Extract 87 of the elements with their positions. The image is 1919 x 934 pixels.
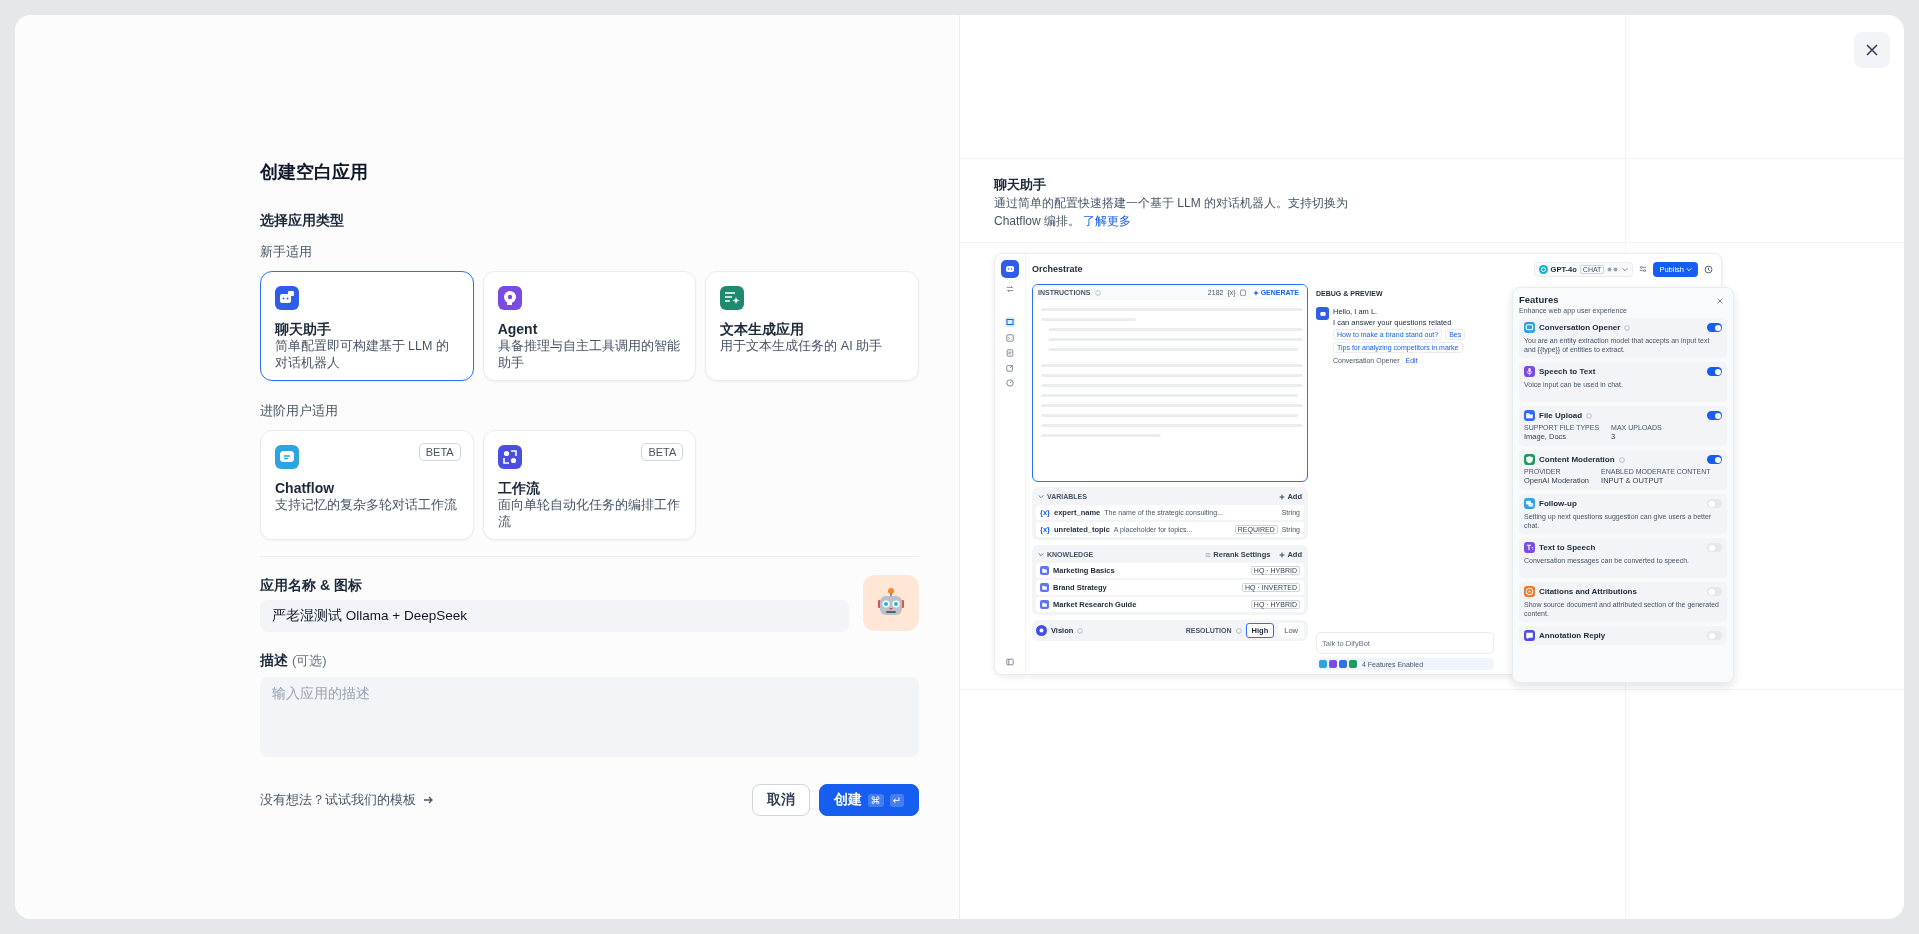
sliders-icon <box>1205 551 1212 558</box>
page-title: Orchestrate <box>1032 264 1083 274</box>
app-type-card[interactable]: BETA Chatflow 支持记忆的复杂多轮对话工作流 <box>260 430 474 540</box>
preview-title: 聊天助手 <box>994 176 1047 194</box>
chevron-down-icon <box>1622 266 1629 272</box>
document-icon[interactable] <box>1006 349 1014 357</box>
help-icon <box>1624 324 1631 331</box>
template-link[interactable]: 没有想法？试试我们的模板 <box>260 791 416 809</box>
toggle-switch[interactable] <box>1707 323 1722 332</box>
group-label: 进阶用户适用 <box>260 402 339 420</box>
description-field[interactable]: 输入应用的描述 <box>260 677 919 757</box>
feature-name: Speech to Text <box>1539 367 1596 376</box>
cancel-button[interactable]: 取消 <box>751 784 810 816</box>
beta-badge: BETA <box>641 443 684 461</box>
card-title: 文本生成应用 <box>720 320 806 338</box>
card-description: 支持记忆的复杂多轮对话工作流 <box>275 497 458 514</box>
help-icon <box>1077 627 1084 634</box>
toggle-switch[interactable] <box>1707 587 1722 596</box>
section-heading: 选择应用类型 <box>260 211 345 230</box>
toggle-switch[interactable] <box>1707 631 1722 640</box>
app-type-card[interactable]: 聊天助手 简单配置即可构建基于 LLM 的对话机器人 <box>260 271 474 381</box>
learn-more-link[interactable]: 了解更多 <box>1083 214 1132 228</box>
close-icon[interactable] <box>1717 298 1723 304</box>
plus-icon <box>1279 551 1286 558</box>
app-type-card[interactable]: Agent 具备推理与自主工具调用的智能助手 <box>482 271 697 381</box>
gauge-icon[interactable] <box>1006 379 1014 387</box>
folder-icon <box>1040 566 1049 575</box>
help-icon <box>1586 412 1593 419</box>
preview-description: 通过简单的配置快速搭建一个基于 LLM 的对话机器人。支持切换为 Chatflow 编排。 了解更多 <box>994 195 1349 230</box>
card-title: 聊天助手 <box>274 319 332 338</box>
settings-sliders-icon[interactable] <box>1639 265 1648 273</box>
sparkle-icon <box>1252 289 1259 296</box>
close-icon <box>1865 43 1879 57</box>
robot-icon <box>1316 307 1329 320</box>
robot-icon <box>1001 260 1019 278</box>
toggle-switch[interactable] <box>1707 543 1722 552</box>
edit-icon[interactable] <box>1006 364 1014 372</box>
toggle-switch[interactable] <box>1707 411 1722 420</box>
clipboard-icon[interactable] <box>1239 289 1246 296</box>
model-logo-icon <box>1538 264 1548 274</box>
card-title: Agent <box>497 320 539 338</box>
history-icon[interactable] <box>1704 264 1713 274</box>
sidebar-icon[interactable] <box>1006 658 1014 666</box>
chevron-down-icon <box>1038 552 1044 557</box>
toggle-switch[interactable] <box>1707 455 1722 464</box>
terminal-icon[interactable] <box>1006 334 1014 342</box>
folder-icon <box>1040 583 1049 592</box>
field-label: 应用名称 & 图标 <box>260 576 363 595</box>
help-icon <box>1235 627 1242 634</box>
app-name-field[interactable]: 严老湿测试 Ollama + DeepSeek <box>260 600 849 632</box>
feature-name: Content Moderation <box>1539 455 1615 464</box>
help-icon <box>1094 289 1101 296</box>
card-title: 工作流 <box>497 479 541 497</box>
dialog-title: 创建空白应用 <box>260 161 369 184</box>
plus-icon <box>1279 493 1286 500</box>
feature-name: Citations and Attributions <box>1539 587 1637 596</box>
folder-icon <box>1040 600 1049 609</box>
app-icon-picker[interactable] <box>863 575 919 631</box>
eye-icon <box>1036 625 1047 636</box>
toggle-switch[interactable] <box>1707 367 1722 376</box>
app-type-card[interactable]: 文本生成应用 用于文本生成任务的 AI 助手 <box>705 271 919 381</box>
close-button[interactable] <box>1854 32 1890 68</box>
create-button[interactable]: 创建 ⌘ ↵ <box>818 784 919 816</box>
feature-name: Text to Speech <box>1539 543 1596 552</box>
panel-title: Features <box>1519 294 1560 305</box>
beta-badge: BETA <box>418 443 461 461</box>
feature-name: Annotation Reply <box>1539 631 1606 640</box>
chevron-down-icon <box>1038 494 1044 499</box>
card-description: 具备推理与自主工具调用的智能助手 <box>497 338 681 372</box>
layout-icon[interactable] <box>1005 317 1015 327</box>
chevron-down-icon <box>1686 266 1692 272</box>
card-title: Chatflow <box>275 479 336 497</box>
arrow-right-icon[interactable] <box>422 794 434 806</box>
capability-icons-drawing <box>1607 266 1620 272</box>
optional-hint: (可选) <box>292 652 327 670</box>
help-icon <box>1618 456 1625 463</box>
card-description: 面向单轮自动化任务的编排工作流 <box>497 497 681 531</box>
feature-name: Follow-up <box>1539 499 1577 508</box>
card-description: 用于文本生成任务的 AI 助手 <box>720 338 884 355</box>
feature-name: Conversation Opener <box>1539 323 1621 332</box>
group-label: 新手适用 <box>260 243 313 261</box>
app-type-card[interactable]: BETA 工作流 面向单轮自动化任务的编排工作流 <box>482 430 697 540</box>
feature-name: File Upload <box>1539 411 1583 420</box>
card-description: 简单配置即可构建基于 LLM 的对话机器人 <box>274 337 450 372</box>
swap-icon <box>1006 285 1014 293</box>
field-label: 描述 <box>260 651 288 670</box>
toggle-switch[interactable] <box>1707 499 1722 508</box>
